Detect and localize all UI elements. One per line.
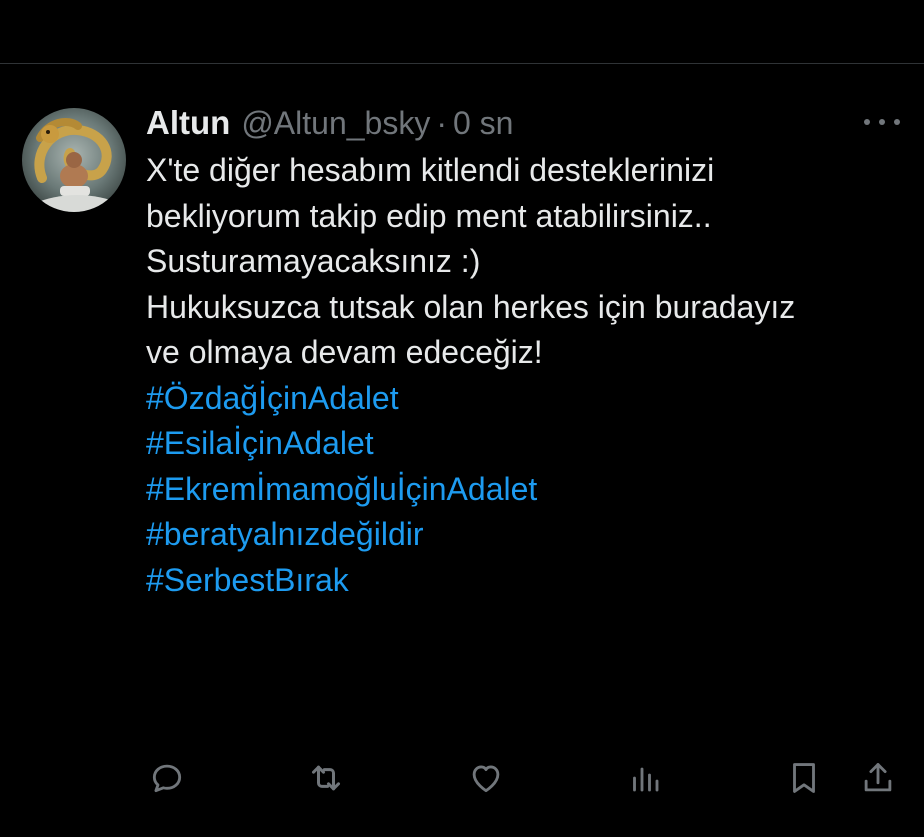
hashtag-link[interactable]: #SerbestBırak xyxy=(146,558,906,604)
avatar[interactable] xyxy=(22,108,126,212)
retweet-button[interactable] xyxy=(304,756,348,800)
action-bar xyxy=(0,756,924,804)
like-button[interactable] xyxy=(464,756,508,800)
separator-dot: · xyxy=(436,104,447,141)
more-options-icon[interactable] xyxy=(864,108,900,136)
share-button[interactable] xyxy=(856,756,900,800)
text-line: ve olmaya devam edeceğiz! xyxy=(146,334,543,370)
timestamp[interactable]: 0 sn xyxy=(453,105,513,142)
retweet-icon xyxy=(312,765,340,791)
hashtag-link[interactable]: #beratyalnızdeğildir xyxy=(146,512,906,558)
views-icon xyxy=(633,767,659,792)
handle[interactable]: @Altun_bsky xyxy=(241,105,430,142)
share-icon xyxy=(864,763,892,792)
hashtag-link[interactable]: #ÖzdağİçinAdalet xyxy=(146,376,906,422)
text-line: Hukuksuzca tutsak olan herkes için burad… xyxy=(146,288,796,325)
bookmark-icon xyxy=(793,763,815,793)
hashtag-link[interactable]: #EkremİmamoğluİçinAdalet xyxy=(146,467,906,513)
reply-button[interactable] xyxy=(145,756,189,800)
tweet-text: X'te diğer hesabım kitlendi desteklerini… xyxy=(146,148,906,603)
tweet[interactable]: Altun @Altun_bsky · 0 sn X'te diğer hesa… xyxy=(0,64,924,837)
reply-icon xyxy=(152,764,182,793)
heart-icon xyxy=(472,765,500,793)
display-name[interactable]: Altun xyxy=(146,104,230,142)
text-line: Susturamayacaksınız :) xyxy=(146,243,481,279)
tweet-header: Altun @Altun_bsky · 0 sn xyxy=(146,102,513,144)
views-button[interactable] xyxy=(623,756,667,800)
text-line: bekliyorum takip edip ment atabilirsiniz… xyxy=(146,197,712,234)
text-line: X'te diğer hesabım kitlendi desteklerini… xyxy=(146,152,715,188)
bookmark-button[interactable] xyxy=(782,756,826,800)
hashtag-link[interactable]: #Esilaİçin​Adalet xyxy=(146,421,906,467)
